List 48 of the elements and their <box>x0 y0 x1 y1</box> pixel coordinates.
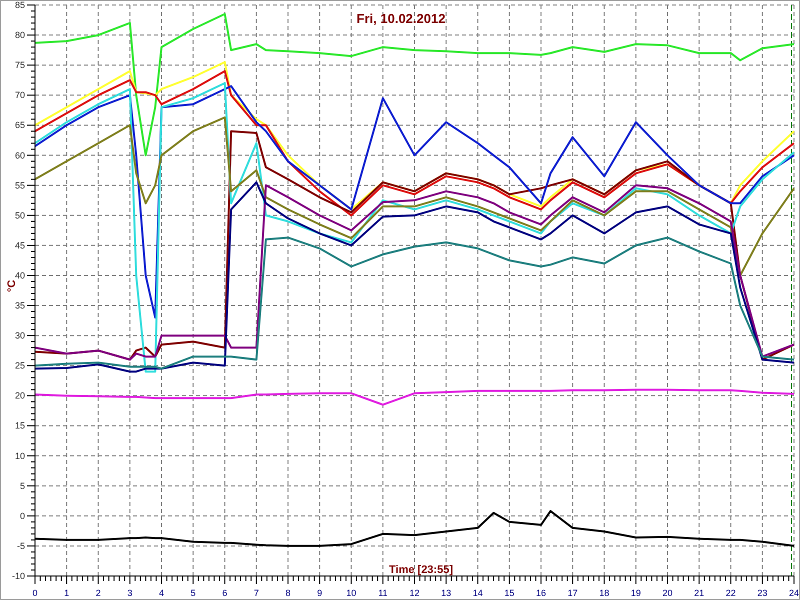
x-tick-label: 3 <box>127 588 132 598</box>
y-tick-label: 0 <box>20 510 25 521</box>
y-tick-label: 35 <box>14 300 25 311</box>
y-tick-label: 10 <box>14 450 25 461</box>
y-tick-label: 85 <box>14 1 25 10</box>
x-tick-label: 5 <box>190 588 196 598</box>
x-tick-label: 7 <box>254 588 259 598</box>
x-tick-label: 12 <box>410 588 420 598</box>
x-tick-label: 16 <box>536 588 546 598</box>
x-tick-label: 14 <box>472 588 483 598</box>
x-tick-label: 4 <box>159 588 164 598</box>
x-tick-label: 9 <box>317 588 322 598</box>
chart-title: Fri, 10.02.2012 <box>356 11 446 26</box>
x-tick-label: 19 <box>630 588 641 598</box>
y-tick-label: 20 <box>14 390 25 401</box>
y-tick-label: 65 <box>14 120 25 130</box>
y-tick-label: 30 <box>14 330 25 341</box>
y-tick-label: 80 <box>14 30 25 40</box>
x-tick-label: 8 <box>286 588 290 598</box>
y-tick-label: 25 <box>14 360 25 371</box>
x-tick-label: 6 <box>222 588 228 598</box>
y-axis-title: °C <box>6 280 18 292</box>
x-tick-label: 17 <box>568 588 578 598</box>
y-tick-label: 70 <box>14 90 25 100</box>
x-tick-label: 21 <box>694 588 704 598</box>
x-tick-label: 24 <box>789 588 799 598</box>
y-tick-label: 45 <box>14 240 25 250</box>
x-tick-label: 2 <box>96 588 101 598</box>
x-tick-label: 0 <box>32 588 38 598</box>
y-tick-label: 55 <box>14 180 25 190</box>
y-tick-label: -5 <box>16 540 25 551</box>
x-tick-label: 13 <box>441 588 452 598</box>
y-tick-label: 15 <box>14 420 25 431</box>
x-tick-label: 18 <box>599 588 610 598</box>
x-tick-label: 22 <box>726 588 736 598</box>
x-tick-label: 23 <box>757 588 768 598</box>
x-tick-label: 1 <box>64 588 70 598</box>
y-tick-label: 40 <box>14 270 25 280</box>
x-tick-label: 10 <box>346 588 356 598</box>
y-tick-label: -10 <box>12 571 25 581</box>
y-tick-label: 50 <box>14 210 25 220</box>
x-tick-label: 11 <box>378 588 388 598</box>
x-tick-label: 20 <box>662 588 672 598</box>
y-tick-label: 5 <box>20 480 25 491</box>
x-tick-label: 15 <box>504 588 514 598</box>
x-axis-title: Time [23:55] <box>389 564 453 576</box>
y-tick-label: 75 <box>14 60 25 70</box>
y-tick-label: 60 <box>14 150 25 160</box>
